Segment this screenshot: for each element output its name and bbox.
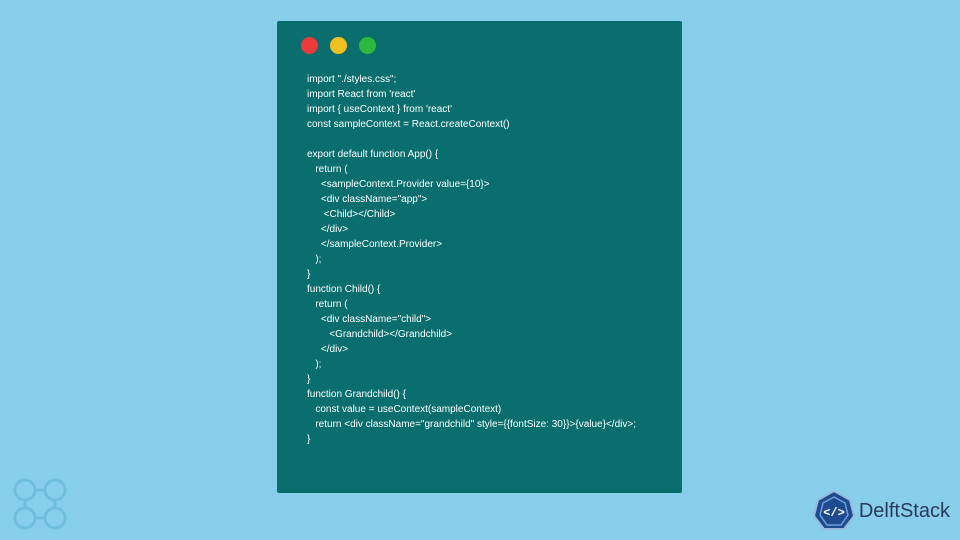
minimize-icon bbox=[330, 37, 347, 54]
background-decoration-icon bbox=[0, 460, 80, 540]
maximize-icon bbox=[359, 37, 376, 54]
watermark-text: DelftStack bbox=[859, 500, 950, 523]
close-icon bbox=[301, 37, 318, 54]
delftstack-logo-icon: </> bbox=[813, 490, 855, 532]
code-content: import "./styles.css"; import React from… bbox=[277, 64, 682, 467]
traffic-lights bbox=[277, 21, 682, 64]
svg-text:</>: </> bbox=[823, 506, 845, 520]
code-window: import "./styles.css"; import React from… bbox=[277, 21, 682, 493]
watermark: </> DelftStack bbox=[813, 490, 950, 532]
